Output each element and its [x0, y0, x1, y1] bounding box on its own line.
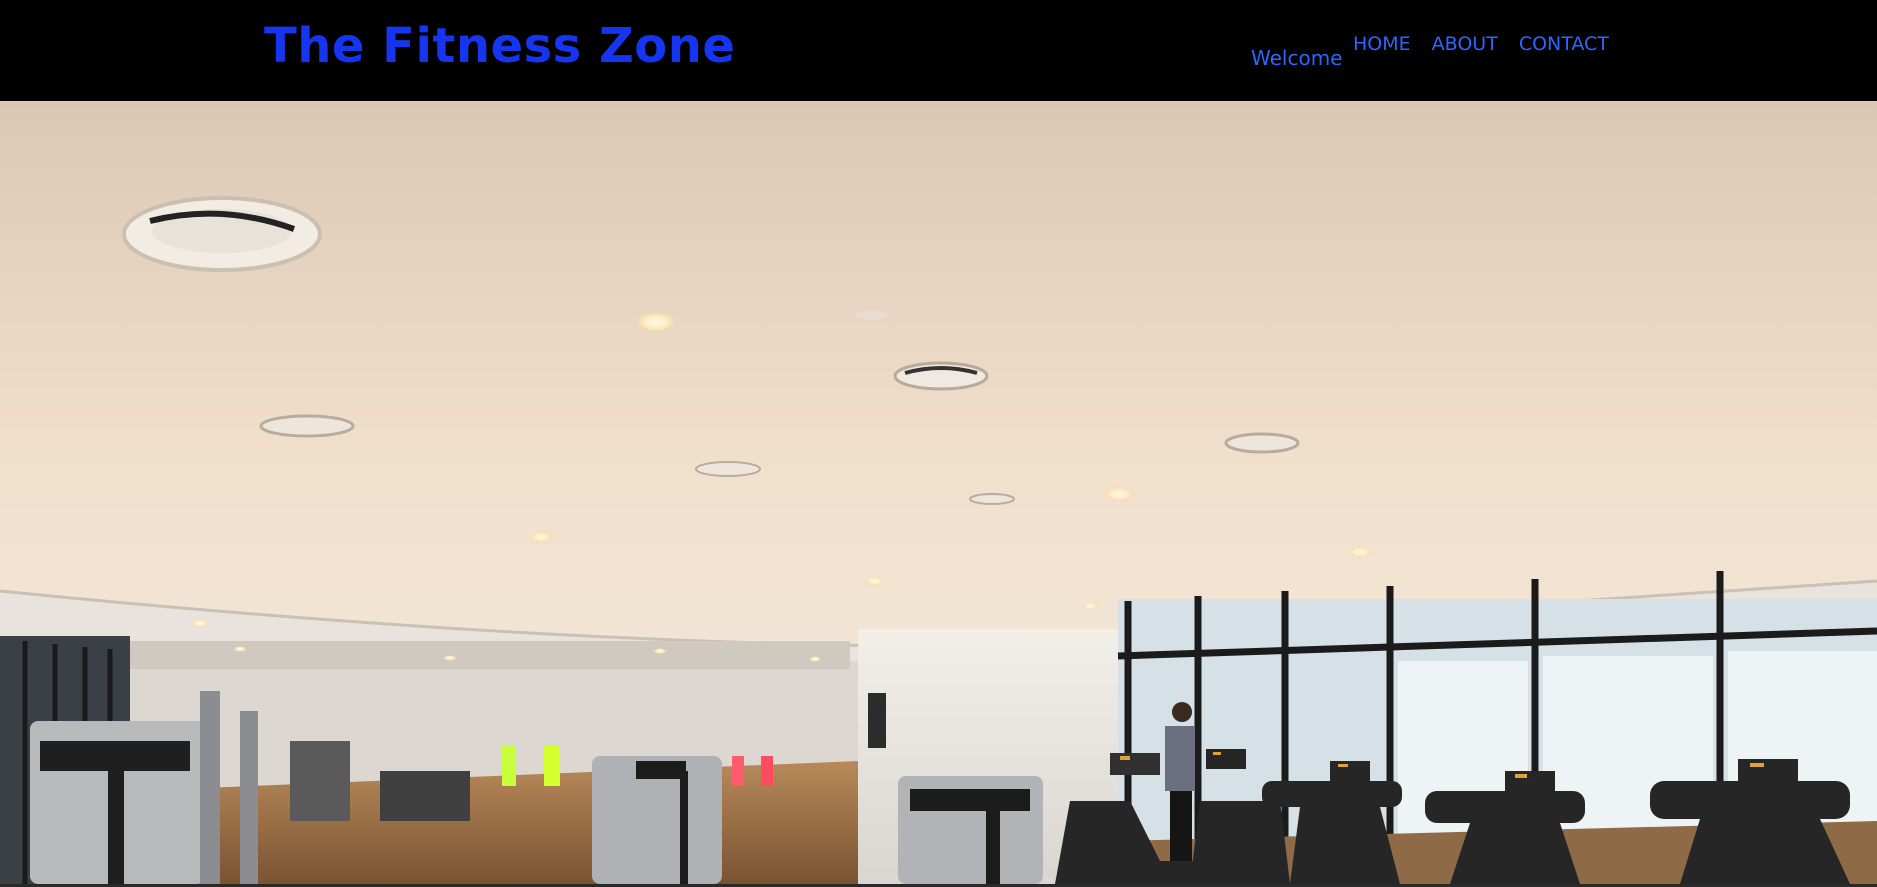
nav-contact-link[interactable]: CONTACT [1519, 30, 1609, 58]
site-header: The Fitness Zone Welcome HOME ABOUT CONT… [0, 0, 1877, 101]
nav-home-link[interactable]: HOME [1353, 30, 1411, 58]
main-nav: HOME ABOUT CONTACT [1353, 30, 1609, 58]
hero-gym-image [0, 101, 1877, 884]
nav-about-link[interactable]: ABOUT [1432, 30, 1498, 58]
welcome-text: Welcome [1251, 46, 1343, 70]
site-logo-title[interactable]: The Fitness Zone [264, 14, 735, 78]
